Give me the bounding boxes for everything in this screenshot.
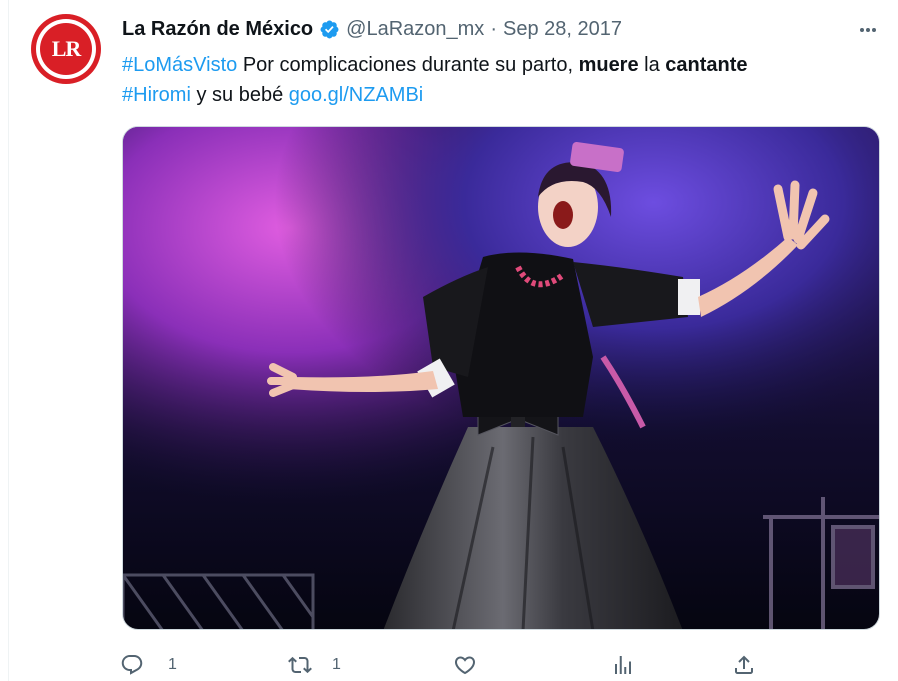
tweet-text-bold: muere	[578, 54, 639, 76]
reply-icon	[121, 655, 143, 675]
avatar-logo-text: LR	[40, 23, 92, 75]
left-border	[8, 0, 9, 681]
tweet-text: #LoMásVisto Por complicaciones durante s…	[122, 50, 862, 110]
display-name[interactable]: La Razón de México	[122, 18, 313, 41]
analytics-button[interactable]	[611, 650, 635, 680]
verified-badge-icon	[320, 20, 339, 38]
hashtag-hiromi[interactable]: #Hiromi	[122, 84, 191, 106]
tweet-date[interactable]: Sep 28, 2017	[503, 18, 622, 41]
tweet-text-segment: la	[638, 54, 666, 76]
like-button[interactable]	[453, 650, 477, 680]
tweet-header: La Razón de México @LaRazon_mx · Sep 28,…	[122, 17, 622, 41]
tweet-actions: 1 1	[120, 650, 770, 680]
reply-count: 1	[168, 656, 177, 673]
share-button[interactable]	[732, 650, 756, 680]
separator-dot: ·	[490, 17, 497, 40]
retweet-button[interactable]: 1	[288, 650, 341, 680]
tweet-photo[interactable]	[122, 126, 880, 630]
hashtag-lomasvisto[interactable]: #LoMásVisto	[122, 54, 237, 76]
retweet-icon	[288, 656, 312, 674]
tweet-text-segment: Por complicaciones durante su parto,	[237, 54, 579, 76]
more-icon[interactable]	[856, 20, 880, 40]
retweet-count: 1	[332, 656, 341, 673]
tweet-text-segment: y su bebé	[190, 84, 289, 106]
analytics-icon	[615, 656, 631, 674]
avatar[interactable]: LR	[31, 14, 101, 84]
handle[interactable]: @LaRazon_mx	[346, 18, 484, 41]
like-icon	[454, 656, 476, 675]
share-icon	[735, 655, 753, 674]
tweet-text-bold: cantante	[665, 54, 748, 76]
reply-button[interactable]: 1	[120, 650, 177, 680]
tweet-link[interactable]: goo.gl/NZAMBi	[289, 84, 424, 106]
